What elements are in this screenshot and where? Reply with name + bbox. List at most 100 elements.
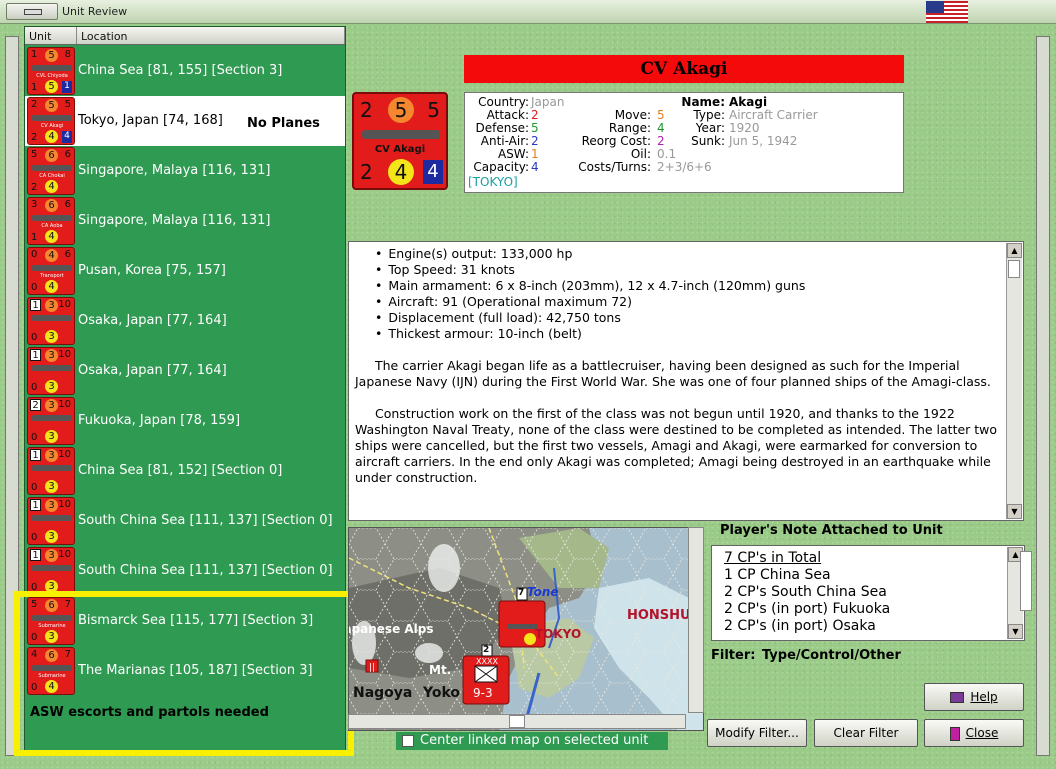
map-horizontal-scrollbar[interactable] [348, 714, 686, 729]
help-button[interactable]: Help [924, 683, 1024, 711]
counter-antiair: 0 [31, 282, 38, 293]
unit-row[interactable]: 1 3 10 0 3 South China Sea [111, 137] [Sectio… [25, 496, 345, 546]
column-location[interactable]: Location [77, 27, 345, 44]
counter-antiair: 0 [31, 482, 38, 493]
unit-location: Fukuoka, Japan [78, 159] [78, 413, 241, 428]
counter-attack: 1 [31, 49, 38, 60]
highlight-box [14, 591, 354, 756]
port-value: [TOKYO] [468, 175, 518, 189]
map-label-alps: Japanese Alps [348, 622, 434, 636]
description-scrollbar[interactable]: ▲ ▼ [1006, 243, 1022, 519]
unit-location: South China Sea [111, 137] [Section 0] [78, 513, 333, 528]
note-scroll-thumb[interactable] [1020, 551, 1032, 611]
unit-counter[interactable]: 5 6 6 CA Chokai 2 4 [27, 147, 75, 195]
counter-defense: 5 [45, 99, 58, 112]
counter-range: 3 [45, 430, 58, 443]
unit-counter[interactable]: 1 3 10 0 3 [27, 447, 75, 495]
spec-item: Top Speed: 31 knots [375, 262, 1003, 278]
sunk-value: Jun 5, 1942 [729, 134, 798, 148]
note-scrollbar[interactable]: ▲ ▼ [1007, 547, 1032, 639]
counter-name: CVL Chiyoda [36, 73, 68, 79]
scroll-down-icon[interactable]: ▼ [1007, 504, 1022, 519]
counter-attack: 2 [31, 99, 38, 110]
map-vertical-scrollbar[interactable] [688, 527, 704, 713]
ship-silhouette-icon [362, 130, 440, 139]
scroll-up-icon[interactable]: ▲ [1007, 243, 1022, 258]
linked-map[interactable]: || Tone HONSHU TOKYO Japanese Alps Mt. N… [348, 527, 704, 731]
unit-counter[interactable]: 0 4 6 Transport 0 4 [27, 247, 75, 295]
unit-row[interactable]: 1 3 10 0 3 China Sea [81, 152] [Section 0] [25, 446, 345, 496]
scroll-thumb[interactable] [1008, 260, 1020, 278]
unit-row[interactable]: 3 6 6 CA Aoba 1 4 Singapore, Malaya [116, 131] [25, 196, 345, 246]
clear-filter-button[interactable]: Clear Filter [814, 719, 918, 747]
unit-row[interactable]: 2 3 10 0 3 Fukuoka, Japan [78, 159] [25, 396, 345, 446]
modify-filter-button[interactable]: Modify Filter... [707, 719, 807, 747]
counter-range: 4 [45, 230, 58, 243]
counter-move: 6 [64, 149, 71, 160]
unit-location: Pusan, Korea [75, 157] [78, 263, 226, 278]
unit-row[interactable]: 2 5 5 CV Akagi 2 4 4 Tokyo, Japan [74, 168] No P… [25, 96, 345, 146]
note-scroll-down-icon[interactable]: ▼ [1008, 624, 1023, 639]
counter-name: CA Aoba [41, 223, 63, 229]
counter-name: Transport [40, 273, 64, 279]
unit-row[interactable]: 1 3 10 0 3 Osaka, Japan [77, 164] [25, 346, 345, 396]
counter-range: 4 [388, 159, 414, 185]
column-unit[interactable]: Unit [25, 27, 77, 44]
unit-counter[interactable]: 3 6 6 CA Aoba 1 4 [27, 197, 75, 245]
counter-attack: 1 [30, 499, 41, 511]
spec-item: Thickest armour: 10-inch (belt) [375, 326, 1003, 342]
window-title: Unit Review [62, 5, 128, 18]
unit-row[interactable]: 0 4 6 Transport 0 4 Pusan, Korea [75, 157] [25, 246, 345, 296]
counter-antiair: 1 [31, 82, 38, 93]
counter-range: 3 [45, 480, 58, 493]
close-label: Close [965, 726, 999, 740]
counter-defense: 5 [45, 49, 58, 62]
map-army-top: XXXX [476, 657, 498, 666]
unit-row[interactable]: 5 6 6 CA Chokai 2 4 Singapore, Malaya [116, 13… [25, 146, 345, 196]
counter-move: 10 [58, 449, 71, 460]
unit-counter[interactable]: 1 3 10 0 3 [27, 547, 75, 595]
unit-location: South China Sea [111, 137] [Section 0] [78, 563, 333, 578]
unit-location: Singapore, Malaya [116, 131] [78, 163, 271, 178]
unit-title: CV Akagi [464, 55, 904, 83]
unit-row[interactable]: 1 5 8 CVL Chiyoda 1 5 1 China Sea [81, 155] [Se… [25, 46, 345, 96]
counter-defense: 6 [45, 149, 58, 162]
book-icon [950, 692, 965, 703]
counter-attack: 5 [31, 149, 38, 160]
note-line: 2 CP's (in port) Fukuoka [724, 601, 891, 617]
counter-attack: 0 [31, 249, 38, 260]
filter-label: Filter: Type/Control/Other [711, 648, 901, 663]
counter-move: 6 [64, 249, 71, 260]
unit-counter[interactable]: 1 5 8 CVL Chiyoda 1 5 1 [27, 47, 75, 95]
unit-counter[interactable]: 1 3 10 0 3 [27, 497, 75, 545]
us-flag-icon [926, 1, 968, 23]
unit-description[interactable]: Engine(s) output: 133,000 hpTop Speed: 3… [348, 241, 1024, 521]
spec-item: Aircraft: 91 (Operational maximum 72) [375, 294, 1003, 310]
counter-antiair: 0 [31, 332, 38, 343]
player-note[interactable]: 7 CP's in Total 1 CP China Sea 2 CP's Sout… [711, 545, 1032, 641]
unit-counter[interactable]: 2 3 10 0 3 [27, 397, 75, 445]
counter-defense: 3 [45, 499, 58, 512]
close-button[interactable]: Close [924, 719, 1024, 747]
unit-counter[interactable]: 2 5 5 CV Akagi 2 4 4 [27, 97, 75, 145]
selected-unit-counter: 2 5 5 CV Akagi 2 4 4 [352, 92, 448, 190]
center-map-checkbox[interactable]: Center linked map on selected unit [396, 732, 668, 750]
unit-info-panel: Country: Japan Attack: 2 Defense: 5 Anti… [464, 92, 904, 193]
sunk-label: Sunk: [691, 134, 725, 148]
unit-row[interactable]: 1 3 10 0 3 Osaka, Japan [77, 164] [25, 296, 345, 346]
counter-attack: 3 [31, 199, 38, 210]
ship-silhouette-icon [32, 365, 72, 371]
ship-silhouette-icon [32, 65, 72, 71]
counter-antiair: 2 [31, 182, 38, 193]
counter-defense: 5 [388, 97, 414, 123]
window-menu-button[interactable] [6, 3, 58, 20]
checkbox-box[interactable] [402, 735, 414, 747]
unit-counter[interactable]: 1 3 10 0 3 [27, 297, 75, 345]
counter-defense: 3 [45, 399, 58, 412]
unit-row[interactable]: 1 3 10 0 3 South China Sea [111, 137] [Sectio… [25, 546, 345, 596]
description-paragraph-2: Construction work on the first of the cl… [355, 406, 998, 485]
note-text[interactable]: 7 CP's in Total 1 CP China Sea 2 CP's Sout… [724, 550, 890, 635]
map-scroll-thumb[interactable] [509, 715, 525, 728]
right-frame [1036, 36, 1050, 756]
unit-counter[interactable]: 1 3 10 0 3 [27, 347, 75, 395]
